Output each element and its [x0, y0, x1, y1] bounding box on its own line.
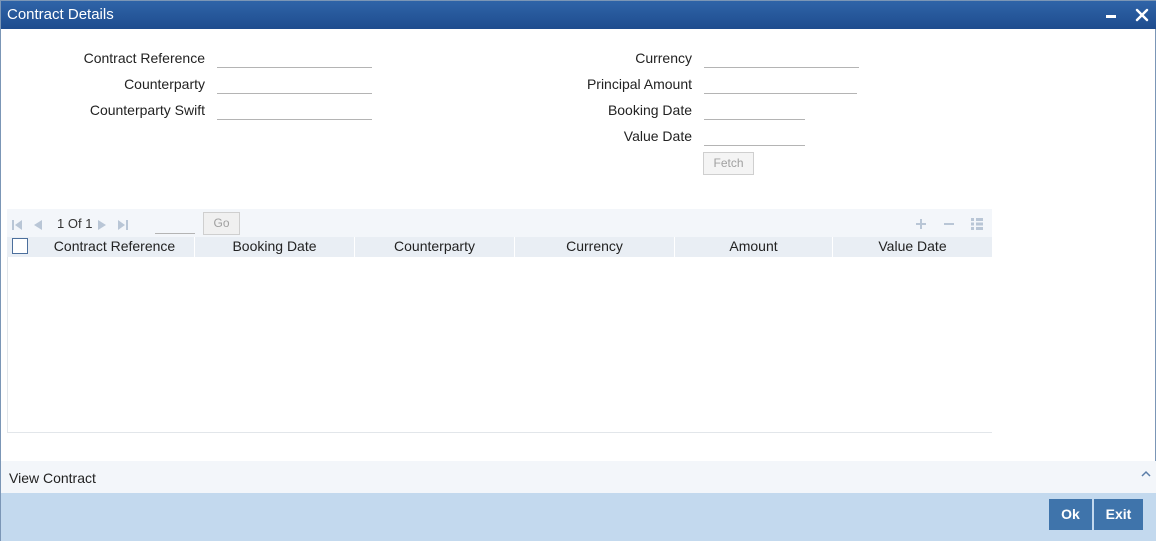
column-header-counterparty[interactable]: Counterparty [355, 237, 515, 257]
value-date-input[interactable] [704, 126, 805, 146]
first-page-icon[interactable] [11, 218, 23, 234]
next-page-icon[interactable] [97, 218, 109, 234]
counterparty-label: Counterparty [124, 76, 205, 92]
counterparty-swift-label: Counterparty Swift [89, 102, 205, 118]
delete-row-icon[interactable] [943, 217, 955, 233]
pager-of: Of [67, 216, 82, 231]
view-contract-bar[interactable]: View Contract [1, 461, 1156, 493]
principal-amount-label: Principal Amount [586, 76, 692, 92]
page-number-input[interactable] [155, 214, 195, 234]
contract-reference-input[interactable] [217, 48, 372, 68]
currency-label: Currency [635, 50, 692, 66]
prev-page-icon[interactable] [31, 218, 43, 234]
title-bar: Contract Details [1, 1, 1156, 29]
column-header-contract-reference[interactable]: Contract Reference [35, 237, 195, 257]
booking-date-input[interactable] [704, 100, 805, 120]
value-date-label: Value Date [623, 128, 692, 144]
minimize-icon[interactable] [1101, 4, 1123, 26]
window-title: Contract Details [7, 6, 114, 23]
column-header-amount[interactable]: Amount [675, 237, 833, 257]
booking-date-label: Booking Date [607, 102, 692, 118]
column-header-booking-date[interactable]: Booking Date [195, 237, 355, 257]
view-contract-label: View Contract [9, 470, 96, 486]
pager-status: 1 Of 1 [57, 216, 92, 231]
grid-header: Contract Reference Booking Date Counterp… [7, 237, 992, 257]
footer-bar: Ok Exit [1, 493, 1156, 541]
counterparty-input[interactable] [217, 74, 372, 94]
currency-input[interactable] [704, 48, 859, 68]
column-header-currency[interactable]: Currency [515, 237, 675, 257]
principal-amount-input[interactable] [704, 74, 857, 94]
counterparty-swift-input[interactable] [217, 100, 372, 120]
last-page-icon[interactable] [117, 218, 129, 234]
exit-button[interactable]: Exit [1094, 499, 1143, 530]
go-button[interactable]: Go [203, 212, 240, 235]
column-header-value-date[interactable]: Value Date [833, 237, 992, 257]
chevron-up-icon[interactable] [1141, 465, 1151, 481]
add-row-icon[interactable] [915, 217, 927, 233]
fetch-button[interactable]: Fetch [703, 152, 754, 175]
grid-body [7, 257, 992, 433]
ok-button[interactable]: Ok [1049, 499, 1092, 530]
contract-reference-label: Contract Reference [83, 50, 205, 66]
list-view-icon[interactable] [970, 217, 984, 234]
pager-total: 1 [85, 216, 93, 231]
pager-current: 1 [57, 216, 65, 231]
contract-details-window: Contract Details Contract Reference Coun… [0, 0, 1156, 541]
select-all-checkbox[interactable] [12, 238, 28, 254]
grid-toolbar: 1 Of 1 Go [7, 209, 992, 237]
close-icon[interactable] [1131, 4, 1153, 26]
